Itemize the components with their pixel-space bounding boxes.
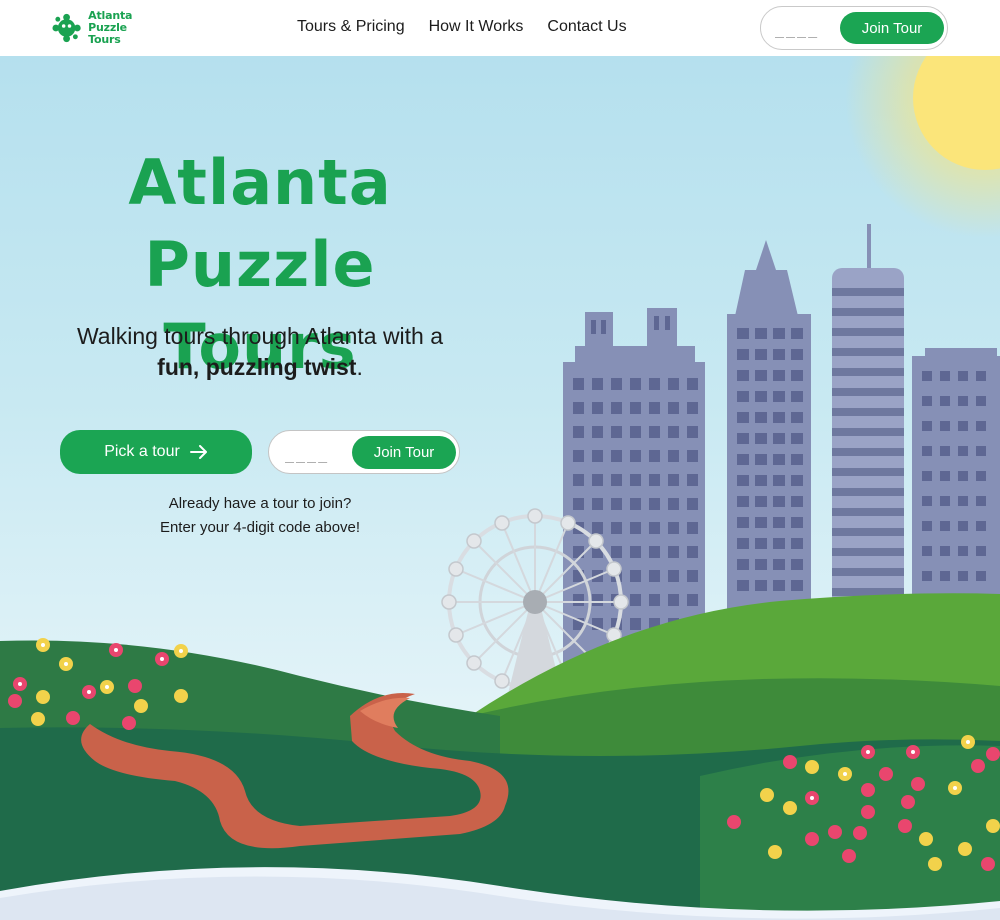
hero-join-tour-button[interactable]: Join Tour	[352, 436, 456, 469]
navbar: Atlanta Puzzle Tours Tours & Pricing How…	[0, 0, 1000, 56]
hero-join-form: Join Tour	[268, 430, 460, 474]
logo-text: Atlanta Puzzle Tours	[88, 10, 161, 46]
hero-subtitle-end: .	[356, 354, 363, 380]
pick-a-tour-label: Pick a tour	[104, 443, 180, 460]
logo-line-2: Puzzle Tours	[88, 21, 127, 46]
site-logo[interactable]: Atlanta Puzzle Tours	[51, 10, 161, 46]
pick-a-tour-button[interactable]: Pick a tour	[60, 430, 252, 474]
building-spire	[727, 240, 811, 654]
logo-icon	[52, 13, 81, 43]
nav-join-form: Join Tour	[760, 6, 948, 50]
nav-join-tour-button[interactable]: Join Tour	[840, 12, 944, 44]
arrow-right-icon	[189, 445, 207, 459]
building-cylinder-tower	[832, 224, 904, 648]
nav-links: Tours & Pricing How It Works Contact Us	[297, 18, 627, 36]
building-far-right	[912, 348, 1000, 636]
hero-title-line-1: Atlanta	[128, 146, 392, 219]
hero-subtitle-plain: Walking tours through Atlanta with a	[76, 323, 444, 349]
nav-link-contact-us[interactable]: Contact Us	[547, 18, 626, 36]
join-hint-line-1: Already have a tour to join?	[168, 495, 352, 512]
hero-tour-code-input[interactable]	[285, 441, 349, 467]
nav-link-tours-pricing[interactable]: Tours & Pricing	[297, 18, 405, 36]
join-hint: Already have a tour to join? Enter your …	[110, 492, 410, 540]
join-hint-line-2: Enter your 4-digit code above!	[159, 519, 361, 536]
hero-subtitle: Walking tours through Atlanta with a fun,…	[40, 321, 480, 383]
nav-link-how-it-works[interactable]: How It Works	[429, 18, 524, 36]
nav-tour-code-input[interactable]	[775, 16, 837, 42]
hero-subtitle-bold: fun, puzzling twist	[157, 354, 357, 380]
hero-section: Atlanta Puzzle Tours Walking tours throu…	[0, 56, 1000, 920]
